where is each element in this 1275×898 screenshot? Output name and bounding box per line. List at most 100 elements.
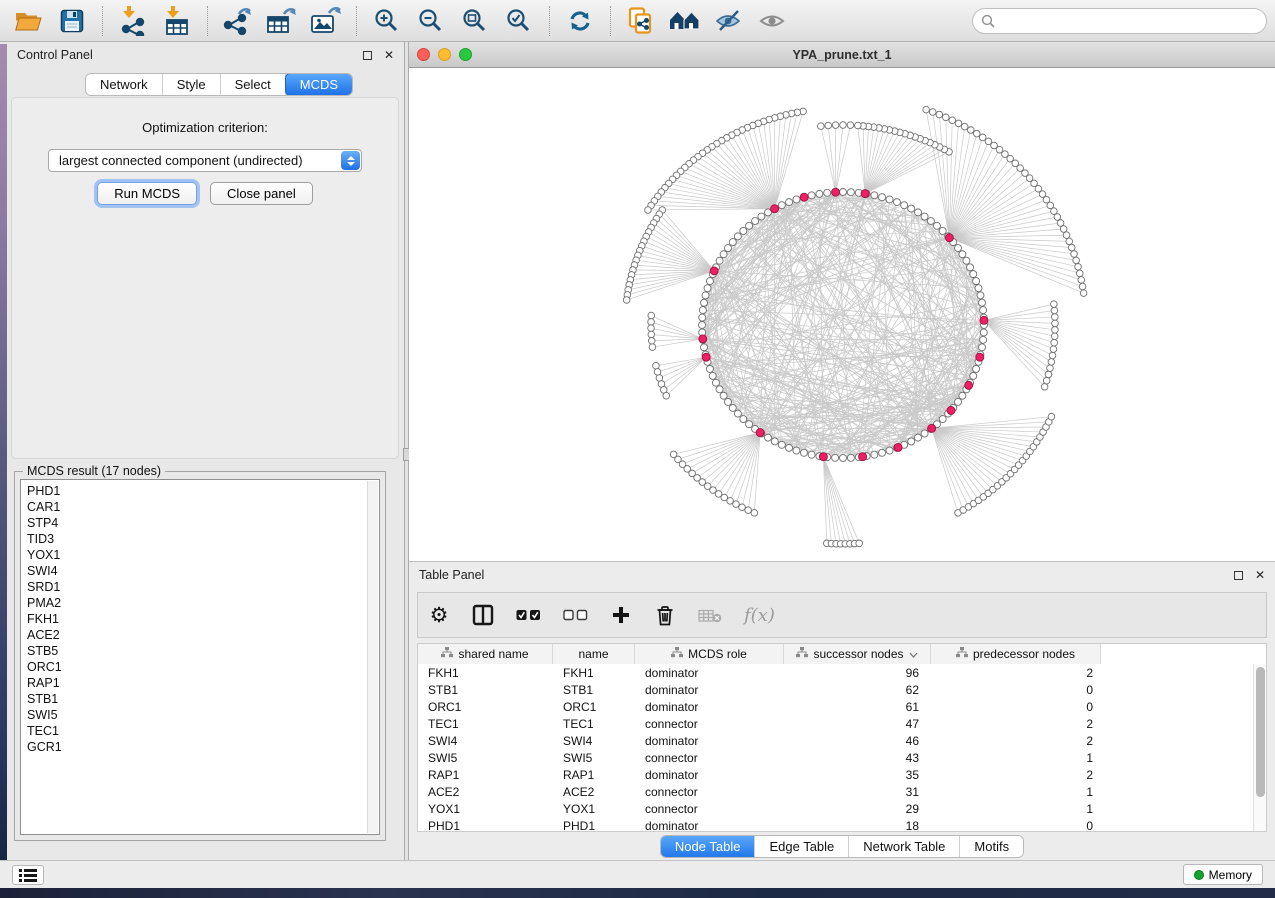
tab-edge-table[interactable]: Edge Table: [755, 836, 849, 857]
toolbar-separator: [102, 6, 103, 36]
table-row[interactable]: PHD1PHD1dominator180: [418, 817, 1253, 831]
float-panel-icon[interactable]: [363, 51, 372, 60]
table-row[interactable]: STB1STB1dominator620: [418, 681, 1253, 698]
network-graph: [409, 68, 1275, 561]
split-view-icon[interactable]: [472, 604, 494, 626]
table-row[interactable]: ACE2ACE2connector311: [418, 783, 1253, 800]
mcds-result-item[interactable]: SRD1: [27, 579, 373, 595]
toolbar-separator: [610, 6, 611, 36]
export-image-icon[interactable]: [306, 3, 346, 39]
mcds-result-item[interactable]: STB1: [27, 691, 373, 707]
mcds-result-item[interactable]: STB5: [27, 643, 373, 659]
close-panel-icon[interactable]: ✕: [384, 48, 394, 62]
window-zoom-icon[interactable]: [459, 48, 472, 61]
zoom-fit-icon[interactable]: [455, 3, 495, 39]
tab-style[interactable]: Style: [163, 74, 221, 95]
table-row[interactable]: SWI4SWI4dominator462: [418, 732, 1253, 749]
table-row[interactable]: RAP1RAP1dominator352: [418, 766, 1253, 783]
table-row[interactable]: SWI5SWI5connector431: [418, 749, 1253, 766]
table-row[interactable]: TEC1TEC1connector472: [418, 715, 1253, 732]
tab-node-table[interactable]: Node Table: [661, 836, 756, 857]
add-column-icon[interactable]: [610, 605, 632, 625]
table-row[interactable]: YOX1YOX1connector291: [418, 800, 1253, 817]
deselect-all-icon[interactable]: [563, 609, 588, 621]
mcds-result-item[interactable]: TID3: [27, 531, 373, 547]
table-panel: Table Panel ✕ ⚙ f(x) shared namenameMCDS…: [409, 561, 1275, 860]
mcds-result-list[interactable]: PHD1CAR1STP4TID3YOX1SWI4SRD1PMA2FKH1ACE2…: [20, 479, 380, 835]
column-header-successor-nodes[interactable]: successor nodes: [784, 644, 931, 664]
search-input[interactable]: [1000, 14, 1266, 28]
mcds-result-item[interactable]: YOX1: [27, 547, 373, 563]
network-window-title: YPA_prune.txt_1: [409, 48, 1275, 62]
shared-column-icon: [796, 647, 808, 661]
memory-button[interactable]: Memory: [1183, 864, 1263, 885]
hide-selected-icon[interactable]: [709, 3, 749, 39]
memory-status-icon: [1194, 870, 1204, 880]
mcds-result-item[interactable]: SWI5: [27, 707, 373, 723]
clone-network-icon[interactable]: [621, 3, 661, 39]
network-view[interactable]: [409, 68, 1275, 561]
tab-network-table[interactable]: Network Table: [849, 836, 960, 857]
refresh-icon[interactable]: [560, 3, 600, 39]
mcds-result-title: MCDS result (17 nodes): [23, 464, 165, 478]
shared-column-icon: [671, 647, 683, 661]
export-table-icon[interactable]: [262, 3, 302, 39]
status-bar: Memory: [0, 860, 1275, 888]
table-tabs: Node TableEdge TableNetwork TableMotifs: [409, 835, 1275, 858]
tab-network[interactable]: Network: [86, 74, 163, 95]
mcds-result-item[interactable]: ACE2: [27, 627, 373, 643]
column-header-name[interactable]: name: [553, 644, 635, 664]
tab-motifs[interactable]: Motifs: [960, 836, 1023, 857]
mcds-result-item[interactable]: ORC1: [27, 659, 373, 675]
toolbar-separator: [549, 6, 550, 36]
table-row[interactable]: ORC1ORC1dominator610: [418, 698, 1253, 715]
mcds-result-item[interactable]: PMA2: [27, 595, 373, 611]
import-table-icon[interactable]: [157, 3, 197, 39]
scrollbar-thumb[interactable]: [1256, 667, 1265, 797]
shared-column-icon: [956, 647, 968, 661]
run-mcds-button[interactable]: Run MCDS: [97, 182, 197, 205]
window-minimize-icon[interactable]: [438, 48, 451, 61]
column-header-MCDS-role[interactable]: MCDS role: [635, 644, 784, 664]
mcds-result-item[interactable]: CAR1: [27, 499, 373, 515]
close-panel-icon[interactable]: ✕: [1255, 568, 1265, 582]
mcds-result-item[interactable]: TEC1: [27, 723, 373, 739]
column-header-predecessor-nodes[interactable]: predecessor nodes: [931, 644, 1101, 664]
toolbar-separator: [356, 6, 357, 36]
float-panel-icon[interactable]: [1234, 571, 1243, 580]
mcds-result-item[interactable]: PHD1: [27, 483, 373, 499]
mcds-result-item[interactable]: SWI4: [27, 563, 373, 579]
memory-label: Memory: [1209, 868, 1252, 882]
criterion-dropdown[interactable]: largest connected component (undirected): [48, 149, 362, 172]
close-panel-button[interactable]: Close panel: [210, 182, 313, 205]
gear-icon[interactable]: ⚙: [428, 605, 450, 626]
first-neighbors-icon[interactable]: [665, 3, 705, 39]
window-close-icon[interactable]: [417, 48, 430, 61]
tab-select[interactable]: Select: [221, 74, 286, 95]
zoom-selected-icon[interactable]: [499, 3, 539, 39]
mcds-result-item[interactable]: STP4: [27, 515, 373, 531]
mcds-result-item[interactable]: GCR1: [27, 739, 373, 755]
table-header-row: shared namenameMCDS rolesuccessor nodesp…: [418, 644, 1266, 664]
optimization-criterion-label: Optimization criterion:: [12, 120, 398, 135]
select-all-icon[interactable]: [516, 609, 541, 621]
zoom-out-icon[interactable]: [411, 3, 451, 39]
task-history-button[interactable]: [12, 865, 44, 885]
tab-mcds[interactable]: MCDS: [285, 73, 353, 96]
table-row[interactable]: FKH1FKH1dominator962: [418, 664, 1253, 681]
export-network-icon[interactable]: [218, 3, 258, 39]
search-icon: [981, 14, 995, 28]
open-file-icon[interactable]: [8, 3, 48, 39]
show-all-icon[interactable]: [753, 3, 793, 39]
zoom-in-icon[interactable]: [367, 3, 407, 39]
mcds-result-item[interactable]: RAP1: [27, 675, 373, 691]
column-header-shared-name[interactable]: shared name: [418, 644, 553, 664]
search-field[interactable]: [972, 8, 1267, 34]
table-scrollbar[interactable]: [1253, 664, 1266, 831]
mcds-list-scrollbar[interactable]: [367, 481, 378, 833]
mcds-result-item[interactable]: FKH1: [27, 611, 373, 627]
network-window-titlebar[interactable]: YPA_prune.txt_1: [409, 42, 1275, 68]
save-session-icon[interactable]: [52, 3, 92, 39]
import-network-icon[interactable]: [113, 3, 153, 39]
delete-icon[interactable]: [654, 604, 676, 626]
